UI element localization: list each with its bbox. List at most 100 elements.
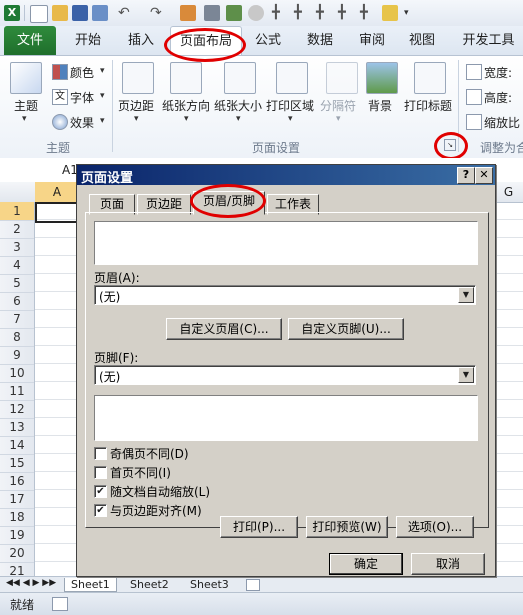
save-icon[interactable] [72, 5, 88, 21]
chevron-down-icon: ▾ [100, 91, 105, 101]
row-header[interactable]: 5 [0, 274, 34, 293]
row-header[interactable]: 11 [0, 382, 34, 401]
border2-icon[interactable]: ╋ [294, 5, 310, 21]
row-header[interactable]: 3 [0, 238, 34, 257]
background-button[interactable]: 背景 [368, 97, 392, 114]
footer-select-value: (无) [99, 370, 121, 384]
sheet-nav-icon[interactable]: ◀◀ ◀ ▶ ▶▶ [6, 578, 56, 588]
print-area-icon[interactable] [276, 62, 308, 94]
width-label: 宽度: [484, 66, 513, 80]
column-header-g[interactable]: G [494, 182, 523, 202]
column-header-a[interactable]: A [35, 182, 79, 202]
print-titles-button[interactable]: 打印标题 [404, 97, 452, 114]
row-header[interactable]: 19 [0, 526, 34, 545]
format-painter-icon[interactable] [382, 5, 398, 21]
dialog-title-bar[interactable]: 页面设置 ? ✕ [77, 165, 495, 186]
margins-icon[interactable] [122, 62, 154, 94]
header-select[interactable]: (无) ▼ [94, 285, 476, 305]
breaks-icon [326, 62, 358, 94]
sheet-tab-2[interactable]: Sheet2 [124, 578, 175, 591]
row-header[interactable]: 16 [0, 472, 34, 491]
chevron-down-icon: ▾ [184, 114, 189, 124]
background-icon[interactable] [366, 62, 398, 94]
cancel-button[interactable]: 取消 [411, 553, 485, 575]
border5-icon[interactable]: ╋ [360, 5, 376, 21]
row-header[interactable]: 14 [0, 436, 34, 455]
spelling-icon[interactable] [226, 5, 242, 21]
border3-icon[interactable]: ╋ [316, 5, 332, 21]
first-page-checkbox[interactable] [94, 466, 107, 479]
align-margins-checkbox[interactable]: ✔ [94, 504, 107, 517]
tab-insert[interactable]: 插入 [118, 26, 164, 55]
margins-button[interactable]: 页边距 [118, 97, 154, 114]
sheet-tab-1[interactable]: Sheet1 [64, 578, 117, 592]
redo-icon[interactable]: ↷ [150, 5, 166, 21]
row-header[interactable]: 12 [0, 400, 34, 419]
sheet-tab-3[interactable]: Sheet3 [184, 578, 235, 591]
insert-sheet-icon[interactable] [246, 579, 260, 591]
chevron-down-icon[interactable]: ▼ [458, 287, 474, 303]
tab-view[interactable]: 视图 [400, 26, 444, 55]
effects-button[interactable]: 效果 [70, 114, 94, 131]
tab-home[interactable]: 开始 [64, 26, 112, 55]
custom-header-button[interactable]: 自定义页眉(C)... [166, 318, 282, 340]
print-area-button[interactable]: 打印区域 [266, 97, 314, 114]
size-icon[interactable] [224, 62, 256, 94]
row-header[interactable]: 2 [0, 220, 34, 239]
options-button[interactable]: 选项(O)... [396, 516, 474, 538]
tab-review[interactable]: 审阅 [350, 26, 394, 55]
print-preview-icon[interactable] [180, 5, 196, 21]
orientation-icon[interactable] [170, 62, 202, 94]
theme-button[interactable]: 主题 [14, 97, 38, 114]
ok-button[interactable]: 确定 [329, 553, 403, 575]
undo-icon[interactable]: ↶ [118, 5, 134, 21]
tab-formulas[interactable]: 公式 [246, 26, 290, 55]
header-label: 页眉(A): [94, 271, 140, 285]
row-header[interactable]: 9 [0, 346, 34, 365]
print-titles-icon[interactable] [414, 62, 446, 94]
chevron-down-icon: ▾ [100, 66, 105, 76]
border-icon[interactable]: ╋ [272, 5, 288, 21]
tab-data[interactable]: 数据 [298, 26, 342, 55]
save-as-icon[interactable] [92, 5, 108, 21]
tab-page-layout[interactable]: 页面布局 [170, 26, 242, 56]
orientation-button[interactable]: 纸张方向 [162, 97, 210, 114]
scale-with-doc-checkbox[interactable]: ✔ [94, 485, 107, 498]
size-button[interactable]: 纸张大小 [214, 97, 262, 114]
tab-header-footer[interactable]: 页眉/页脚 [193, 191, 265, 215]
theme-icon[interactable] [10, 62, 42, 94]
new-icon[interactable] [30, 5, 48, 23]
print-icon[interactable] [204, 5, 220, 21]
row-header[interactable]: 15 [0, 454, 34, 473]
close-button[interactable]: ✕ [475, 167, 493, 184]
row-header[interactable]: 6 [0, 292, 34, 311]
tab-file[interactable]: 文件 [4, 26, 56, 55]
border4-icon[interactable]: ╋ [338, 5, 354, 21]
align-margins-label: 与页边距对齐(M) [110, 504, 202, 518]
fonts-button[interactable]: 字体 [70, 89, 94, 106]
row-header[interactable]: 20 [0, 544, 34, 563]
row-header[interactable]: 18 [0, 508, 34, 527]
row-header[interactable]: 17 [0, 490, 34, 509]
custom-footer-button[interactable]: 自定义页脚(U)... [288, 318, 404, 340]
colors-button[interactable]: 颜色 [70, 64, 94, 81]
help-button[interactable]: ? [457, 167, 475, 184]
print-button[interactable]: 打印(P)... [220, 516, 298, 538]
customize-qat-icon[interactable]: ▾ [404, 5, 420, 21]
circle-icon[interactable] [248, 5, 264, 21]
macro-record-icon[interactable] [52, 597, 68, 611]
row-header[interactable]: 4 [0, 256, 34, 275]
row-header[interactable]: 1 [0, 202, 34, 221]
chevron-down-icon[interactable]: ▼ [458, 367, 474, 383]
row-header[interactable]: 8 [0, 328, 34, 347]
footer-select[interactable]: (无) ▼ [94, 365, 476, 385]
row-header[interactable]: 7 [0, 310, 34, 329]
open-icon[interactable] [52, 5, 68, 21]
row-header[interactable]: 13 [0, 418, 34, 437]
odd-even-checkbox[interactable] [94, 447, 107, 460]
tab-developer[interactable]: 开发工具 [454, 26, 523, 55]
dialog-launcher-icon[interactable]: ↘ [444, 139, 456, 151]
print-preview-button[interactable]: 打印预览(W) [306, 516, 388, 538]
ribbon-tab-row: 文件 开始 插入 页面布局 公式 数据 审阅 视图 开发工具 [0, 26, 523, 56]
row-header[interactable]: 10 [0, 364, 34, 383]
